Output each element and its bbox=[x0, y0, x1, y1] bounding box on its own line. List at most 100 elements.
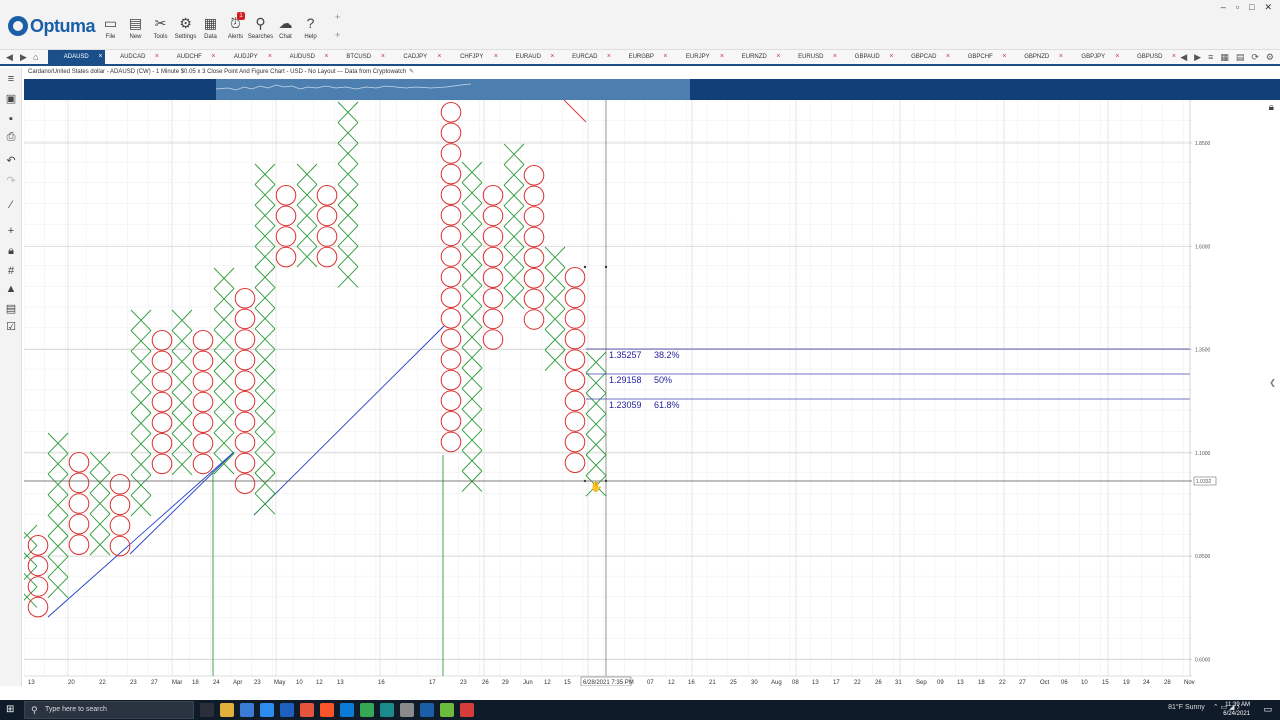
tab-close-icon[interactable]: × bbox=[833, 50, 837, 64]
toolbar-alerts-button[interactable]: ⏰︎ Alerts 1 bbox=[223, 12, 248, 46]
toolbar-file-button[interactable]: ▭ File bbox=[98, 14, 123, 46]
redo-icon[interactable]: ↷ bbox=[3, 174, 19, 188]
taskbar-app-icon[interactable] bbox=[320, 703, 334, 717]
tab-close-icon[interactable]: × bbox=[550, 50, 554, 64]
taskbar-app-icon[interactable] bbox=[200, 703, 214, 717]
tab-close-icon[interactable]: × bbox=[1059, 50, 1063, 64]
tab-cadjpy[interactable]: CADJPY × bbox=[387, 50, 444, 64]
toolbar-settings-button[interactable]: ⚙ Settings bbox=[173, 14, 198, 46]
windows-start-icon[interactable]: ⊞ bbox=[6, 704, 14, 715]
tab-adausd[interactable]: ADAUSD × bbox=[48, 50, 105, 64]
tab-close-icon[interactable]: × bbox=[1002, 50, 1006, 64]
scroll-right-icon[interactable]: ▶ bbox=[1194, 52, 1201, 63]
print-icon[interactable]: ⎙ bbox=[3, 130, 19, 144]
taskbar-app-icon[interactable] bbox=[460, 703, 474, 717]
tab-gbpcad[interactable]: GBPCAD × bbox=[896, 50, 953, 64]
tab-close-icon[interactable]: × bbox=[155, 50, 159, 64]
save-icon[interactable]: ▪ bbox=[3, 112, 19, 126]
tab-close-icon[interactable]: × bbox=[494, 50, 498, 64]
chart-navigator[interactable] bbox=[24, 79, 1280, 100]
draw-tool-icon[interactable]: ⁄ bbox=[3, 198, 19, 212]
tab-list-icon[interactable]: ≡ bbox=[1208, 52, 1213, 63]
point-and-figure-chart[interactable]: 1.35257 38.2% 1.29158 50% 1.23059 61.8% ✋ 1.85… bbox=[24, 100, 1280, 686]
tab-close-icon[interactable]: × bbox=[663, 50, 667, 64]
taskbar-app-icon[interactable] bbox=[240, 703, 254, 717]
tab-btcusd[interactable]: BTCUSD × bbox=[331, 50, 388, 64]
tab-eurgbp[interactable]: EURGBP × bbox=[613, 50, 670, 64]
taskbar-clock[interactable]: 11:39 AM 6/24/2021 bbox=[1223, 701, 1250, 719]
tab-chfjpy[interactable]: CHFJPY × bbox=[444, 50, 501, 64]
maximize-icon[interactable]: □ bbox=[1249, 2, 1254, 13]
tab-audcad[interactable]: AUDCAD × bbox=[105, 50, 162, 64]
open-folder-icon[interactable]: ▣ bbox=[3, 92, 19, 106]
tab-eurcad[interactable]: EURCAD × bbox=[557, 50, 614, 64]
toolbar-tools-button[interactable]: ✂ Tools bbox=[148, 14, 173, 46]
taskbar-app-icon[interactable] bbox=[280, 703, 294, 717]
tab-close-icon[interactable]: × bbox=[437, 50, 441, 64]
tab-gbpnzd[interactable]: GBPNZD × bbox=[1009, 50, 1066, 64]
tab-audusd[interactable]: AUDUSD × bbox=[274, 50, 331, 64]
tab-eurusd[interactable]: EURUSD × bbox=[783, 50, 840, 64]
tab-close-icon[interactable]: × bbox=[1172, 50, 1176, 64]
taskbar-search-input[interactable]: ⚲ Type here to search bbox=[24, 701, 194, 719]
add-toolbar-icons[interactable]: + + bbox=[335, 8, 340, 44]
tab-close-icon[interactable]: × bbox=[889, 50, 893, 64]
checklist-icon[interactable]: ☑ bbox=[3, 320, 19, 334]
home-icon[interactable]: ⌂ bbox=[33, 52, 38, 62]
tab-audjpy[interactable]: AUDJPY × bbox=[218, 50, 275, 64]
tab-audchf[interactable]: AUDCHF × bbox=[161, 50, 218, 64]
toolbar-chat-button[interactable]: ☁ Chat bbox=[273, 14, 298, 46]
tab-gbpusd[interactable]: GBPUSD × bbox=[1122, 50, 1179, 64]
close-icon[interactable]: ✕ bbox=[1264, 2, 1272, 13]
toolbar-new-button[interactable]: ▤ New bbox=[123, 14, 148, 46]
taskbar-app-icon[interactable] bbox=[420, 703, 434, 717]
notifications-icon[interactable]: ▭ bbox=[1263, 704, 1272, 715]
tab-gbpchf[interactable]: GBPCHF × bbox=[952, 50, 1009, 64]
forward-arrow-icon[interactable]: ▶ bbox=[20, 52, 27, 63]
tab-close-icon[interactable]: × bbox=[268, 50, 272, 64]
tab-gbpjpy[interactable]: GBPJPY × bbox=[1065, 50, 1122, 64]
scroll-left-icon[interactable]: ◀ bbox=[1180, 52, 1187, 63]
tab-close-icon[interactable]: × bbox=[607, 50, 611, 64]
tab-close-icon[interactable]: × bbox=[776, 50, 780, 64]
tab-close-icon[interactable]: × bbox=[381, 50, 385, 64]
grid-icon[interactable]: # bbox=[3, 264, 19, 278]
restore-icon[interactable]: ▫ bbox=[1236, 2, 1239, 13]
taskbar-app-icon[interactable] bbox=[220, 703, 234, 717]
toolbar-data-button[interactable]: ▦ Data bbox=[198, 14, 223, 46]
crosshair-icon[interactable]: + bbox=[3, 224, 19, 238]
toolbar-help-button[interactable]: ? Help bbox=[298, 14, 323, 46]
taskbar-app-icon[interactable] bbox=[300, 703, 314, 717]
tab-close-icon[interactable]: × bbox=[720, 50, 724, 64]
taskbar-app-icon[interactable] bbox=[400, 703, 414, 717]
lock-icon[interactable]: 🔒︎ bbox=[3, 244, 19, 258]
tab-eurnzd[interactable]: EURNZD × bbox=[726, 50, 783, 64]
paint-icon[interactable]: ▲ bbox=[3, 282, 19, 296]
fibonacci-retracement[interactable]: 1.35257 38.2% 1.29158 50% 1.23059 61.8% ✋ bbox=[586, 348, 1190, 493]
tab-eurjpy[interactable]: EURJPY × bbox=[670, 50, 727, 64]
edit-pencil-icon[interactable]: ✎ bbox=[409, 69, 414, 75]
tab-close-icon[interactable]: × bbox=[324, 50, 328, 64]
navigator-window[interactable] bbox=[215, 79, 690, 100]
back-arrow-icon[interactable]: ◀ bbox=[6, 52, 13, 63]
list-icon[interactable]: ≡ bbox=[3, 72, 19, 86]
grid-view-icon[interactable]: ▦ bbox=[1220, 52, 1229, 63]
refresh-icon[interactable]: ⟳ bbox=[1251, 52, 1259, 63]
taskbar-app-icon[interactable] bbox=[340, 703, 354, 717]
taskbar-app-icon[interactable] bbox=[260, 703, 274, 717]
tab-euraud[interactable]: EURAUD × bbox=[500, 50, 557, 64]
tab-close-icon[interactable]: × bbox=[946, 50, 950, 64]
minimize-icon[interactable]: – bbox=[1221, 2, 1226, 13]
taskbar-app-icon[interactable] bbox=[440, 703, 454, 717]
settings-gear-icon[interactable]: ⚙ bbox=[1266, 52, 1274, 63]
toolbar-searches-button[interactable]: ⚲ Searches bbox=[248, 14, 273, 46]
tab-close-icon[interactable]: × bbox=[98, 50, 102, 64]
tab-close-icon[interactable]: × bbox=[1115, 50, 1119, 64]
layers-icon[interactable]: ▤ bbox=[3, 302, 19, 316]
undo-icon[interactable]: ↶ bbox=[3, 154, 19, 168]
weather-text[interactable]: 81°F Sunny bbox=[1168, 704, 1205, 711]
tab-close-icon[interactable]: × bbox=[211, 50, 215, 64]
taskbar-app-icon[interactable] bbox=[380, 703, 394, 717]
tile-icon[interactable]: ▤ bbox=[1236, 52, 1245, 63]
tab-gbpaud[interactable]: GBPAUD × bbox=[839, 50, 896, 64]
